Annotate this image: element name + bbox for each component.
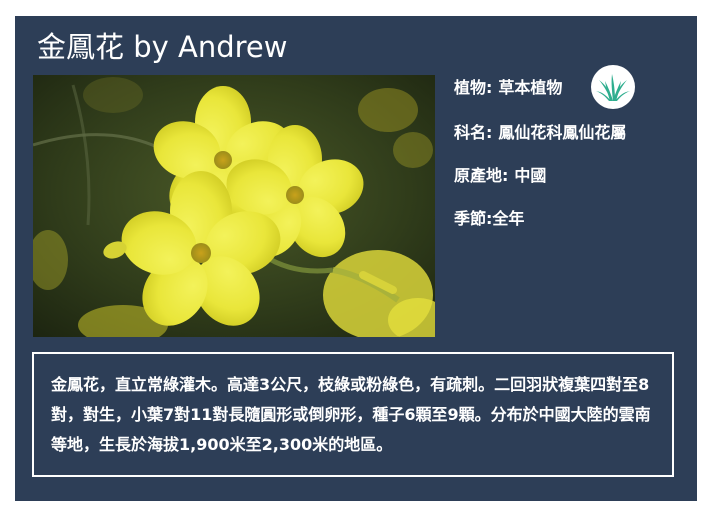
plant-label: 植物: [454, 78, 493, 97]
season-value: 全年 [492, 209, 525, 228]
flower-photo [33, 75, 435, 337]
info-season: 季節:全年 [454, 208, 524, 230]
grass-icon [591, 65, 635, 109]
origin-value: 中國 [514, 166, 547, 185]
description-box: 金鳳花，直立常綠灌木。高達3公尺，枝綠或粉綠色，有疏刺。二回羽狀複葉四對至8對，… [32, 352, 674, 477]
origin-label: 原產地: [454, 166, 509, 185]
family-value: 鳳仙花科鳳仙花屬 [498, 123, 627, 142]
card-title: 金鳳花 by Andrew [37, 30, 288, 64]
info-origin: 原產地: 中國 [454, 165, 546, 187]
info-family: 科名: 鳳仙花科鳳仙花屬 [454, 122, 626, 144]
family-label: 科名: [454, 123, 493, 142]
flower-image [33, 75, 435, 337]
season-label: 季節: [454, 209, 493, 228]
description-text: 金鳳花，直立常綠灌木。高達3公尺，枝綠或粉綠色，有疏刺。二回羽狀複葉四對至8對，… [51, 375, 651, 454]
plant-card: 金鳳花 by Andrew 植物: 草本植物 科名: 鳳仙花科鳳仙花屬 原產地:… [15, 16, 697, 501]
plant-value: 草本植物 [498, 78, 563, 97]
info-plant: 植物: 草本植物 [454, 77, 562, 99]
